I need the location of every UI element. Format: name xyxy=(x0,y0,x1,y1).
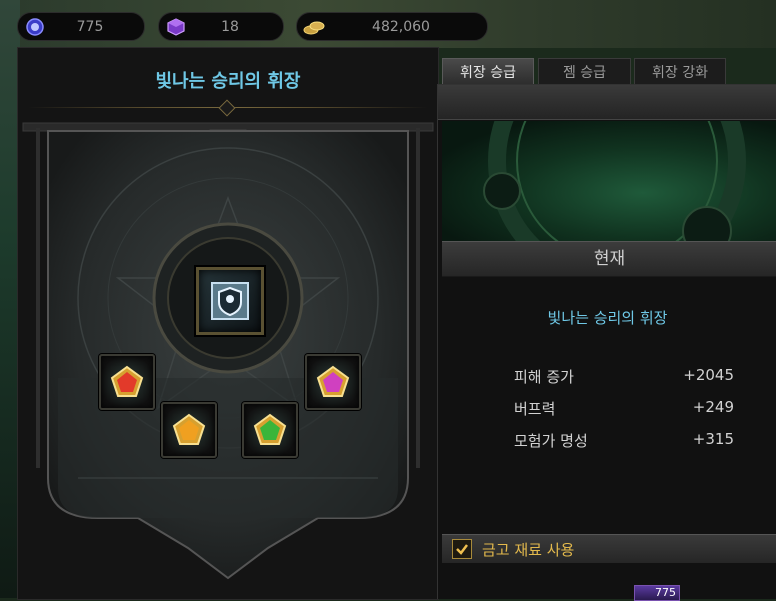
currency-orb: 775 xyxy=(17,12,145,41)
stat-row-damage: 피해 증가 +2045 xyxy=(514,366,734,386)
green-gem-icon xyxy=(253,413,287,445)
vault-material-option: 금고 재료 사용 xyxy=(442,534,776,563)
gold-coins-icon xyxy=(303,16,325,38)
vault-material-label: 금고 재료 사용 xyxy=(482,540,575,559)
shield-emblem-icon xyxy=(211,282,249,320)
currency-cube: 18 xyxy=(158,12,284,41)
section-header-current: 현재 xyxy=(442,241,776,277)
currency-gold: 482,060 xyxy=(296,12,488,41)
purple-cube-icon xyxy=(165,16,187,38)
stat-label: 버프력 xyxy=(514,400,556,418)
stat-label: 피해 증가 xyxy=(514,368,574,386)
stat-value: +2045 xyxy=(683,366,734,384)
stat-label: 모험가 명성 xyxy=(514,432,588,450)
stat-value: +315 xyxy=(692,430,734,448)
center-emblem-slot[interactable] xyxy=(196,267,264,335)
gold-amount: 482,060 xyxy=(372,18,430,35)
tab-emblem-enhance[interactable]: 휘장 강화 xyxy=(634,58,726,85)
current-emblem-name: 빛나는 승리의 휘장 xyxy=(547,309,668,327)
stat-row-fame: 모험가 명성 +315 xyxy=(514,430,734,450)
magenta-gem-icon xyxy=(316,365,350,397)
material-item-slot[interactable]: 775 xyxy=(634,585,680,601)
tab-gem-upgrade[interactable]: 젬 승급 xyxy=(538,58,631,85)
gem-slot-red[interactable] xyxy=(99,354,155,410)
emblem-panel: 빛나는 승리의 휘장 xyxy=(17,47,439,600)
orb-count: 775 xyxy=(76,18,104,35)
gem-slot-green[interactable] xyxy=(242,402,298,458)
red-gem-icon xyxy=(110,365,144,397)
tab-emblem-upgrade[interactable]: 휘장 승급 xyxy=(442,58,534,85)
orange-gem-icon xyxy=(172,413,206,445)
checkmark-icon xyxy=(456,544,468,555)
upgrade-panel: 현재 빛나는 승리의 휘장 피해 증가 +2045 버프력 +249 모험가 명… xyxy=(437,84,776,601)
cube-count: 18 xyxy=(221,18,239,35)
stat-value: +249 xyxy=(692,398,734,416)
vault-material-checkbox[interactable] xyxy=(452,539,472,559)
gem-slot-magenta[interactable] xyxy=(305,354,361,410)
panel-header-strip xyxy=(438,85,776,120)
upgrade-preview-image xyxy=(442,121,776,241)
stat-row-buff: 버프력 +249 xyxy=(514,398,734,418)
emblem-title: 빛나는 승리의 휘장 xyxy=(155,71,301,92)
gem-slot-orange[interactable] xyxy=(161,402,217,458)
blue-orb-icon xyxy=(24,16,46,38)
